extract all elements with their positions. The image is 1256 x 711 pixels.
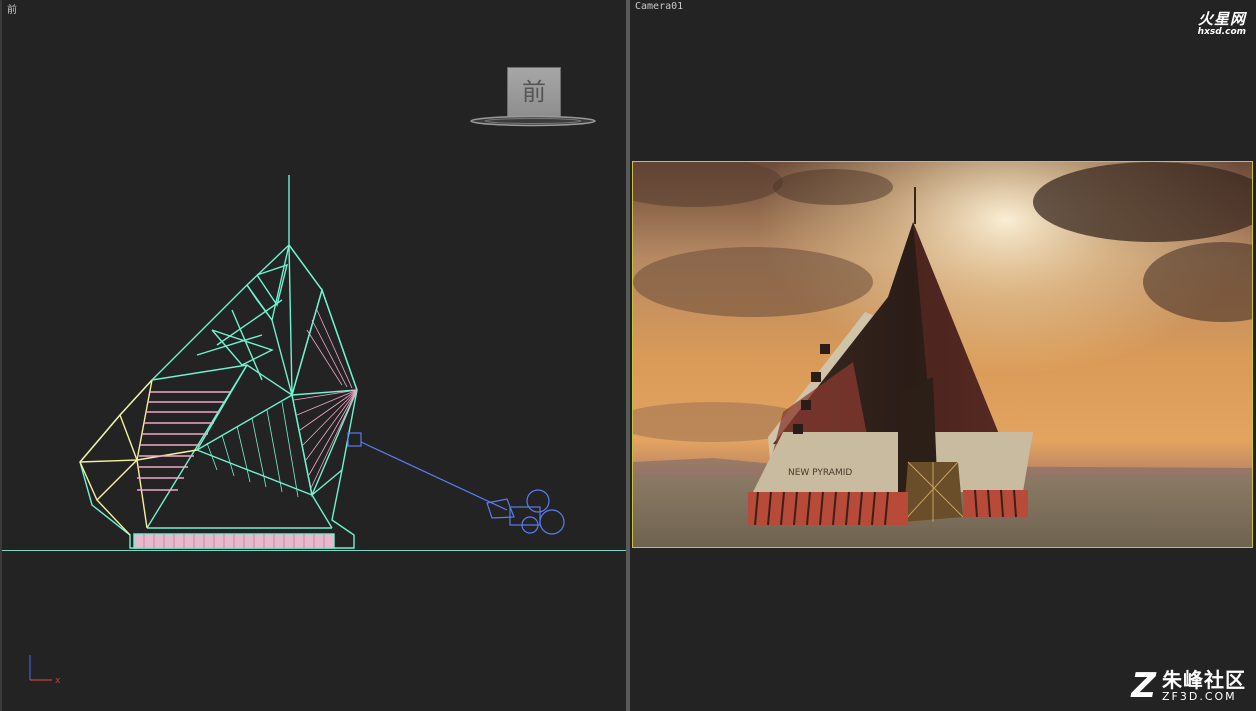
axis-gizmo: x: [29, 655, 61, 686]
zf3d-logo-icon: Z: [1131, 666, 1156, 706]
zf3d-name: 朱峰社区: [1162, 668, 1246, 692]
pyramid-sign-text: NEW PYRAMID: [788, 468, 852, 478]
hxsd-watermark: 火星网 hxsd.com: [1198, 8, 1246, 37]
axis-x-label: x: [55, 676, 61, 686]
safe-frame-render[interactable]: NEW PYRAMID: [632, 161, 1253, 548]
rendered-scene: NEW PYRAMID: [633, 162, 1252, 547]
zf3d-site: ZF3D.COM: [1162, 690, 1237, 703]
camera-object[interactable]: [342, 425, 572, 545]
hxsd-url: hxsd.com: [1197, 27, 1246, 37]
viewport-label-camera[interactable]: Camera01: [635, 1, 683, 12]
zf3d-watermark: Z 朱峰社区 ZF3D.COM: [1131, 669, 1246, 703]
front-viewport[interactable]: 前 前 x: [0, 0, 626, 711]
camera-viewport[interactable]: Camera01 NEW PYRAMID 火星网 hxsd.com Z 朱峰社区…: [630, 0, 1256, 711]
hxsd-brand: 火星网: [1197, 10, 1246, 28]
